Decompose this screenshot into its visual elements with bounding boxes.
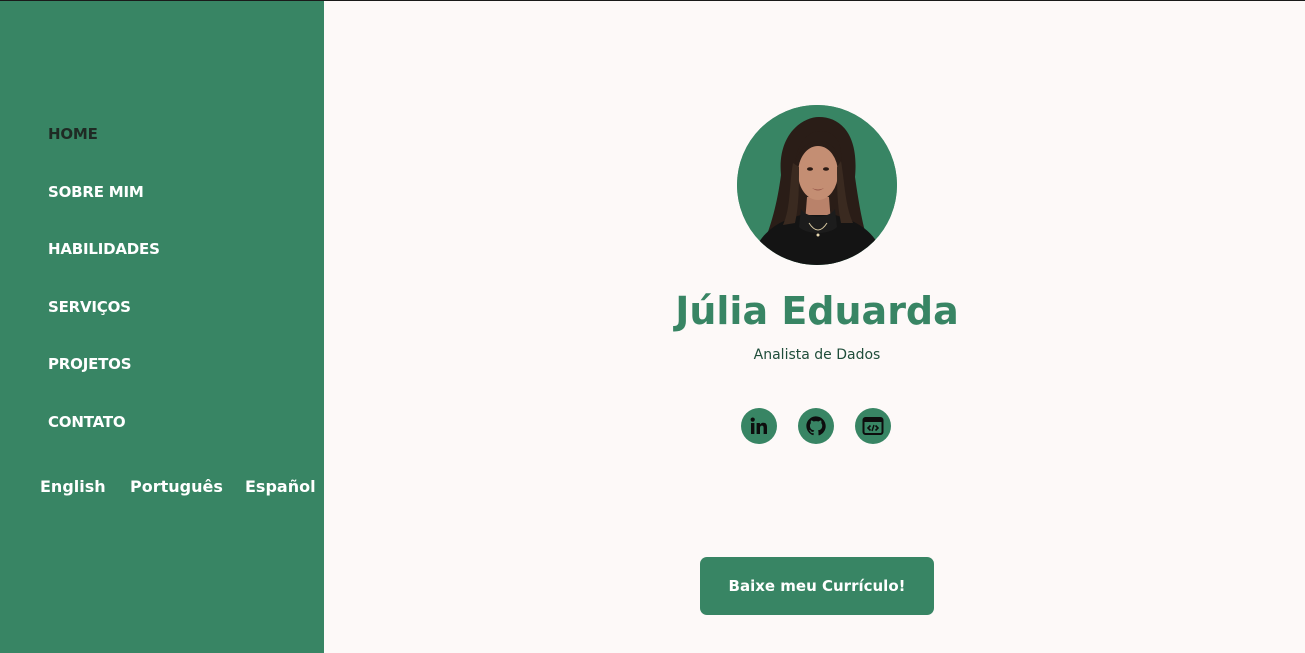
- portfolio-link[interactable]: [855, 408, 891, 444]
- nav-item-sobre-mim[interactable]: SOBRE MIM: [48, 183, 144, 201]
- linkedin-icon: [750, 417, 767, 434]
- profile-role: Analista de Dados: [753, 347, 881, 363]
- nav-item-contato[interactable]: CONTATO: [48, 413, 126, 431]
- avatar: [737, 105, 897, 265]
- github-icon: [806, 416, 826, 436]
- download-cv-button[interactable]: Baixe meu Currículo!: [700, 557, 934, 615]
- hero-section: Júlia Eduarda Analista de Dados Baixe me…: [324, 1, 1305, 653]
- nav-item-projetos[interactable]: PROJETOS: [48, 355, 132, 373]
- github-link[interactable]: [798, 408, 834, 444]
- profile-name: Júlia Eduarda: [675, 289, 959, 333]
- sidebar: HOME SOBRE MIM HABILIDADES SERVIÇOS PROJ…: [0, 1, 324, 653]
- linkedin-link[interactable]: [741, 408, 777, 444]
- nav-item-habilidades[interactable]: HABILIDADES: [48, 240, 160, 258]
- language-portugues[interactable]: Português: [130, 477, 223, 496]
- language-english[interactable]: English: [40, 477, 106, 496]
- nav-item-servicos[interactable]: SERVIÇOS: [48, 298, 131, 316]
- nav-item-home[interactable]: HOME: [48, 125, 98, 143]
- code-window-icon: [862, 417, 884, 435]
- language-espanol[interactable]: Español: [245, 477, 316, 496]
- avatar-portrait-image: [737, 105, 897, 265]
